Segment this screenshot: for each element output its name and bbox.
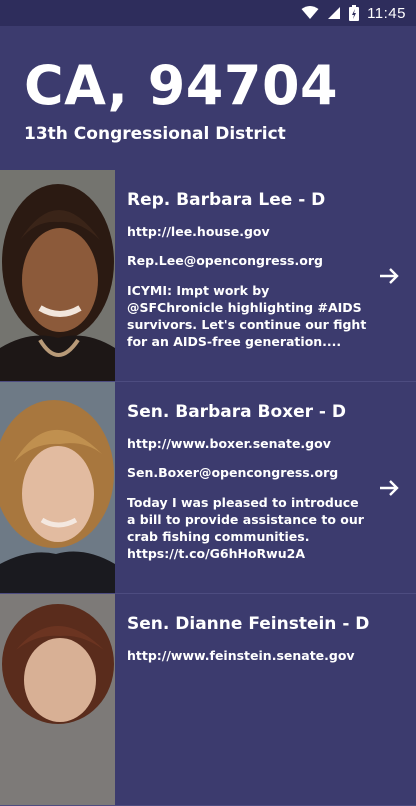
rep-email-link[interactable]: Rep.Lee@opencongress.org [127,253,367,268]
rep-website-link[interactable]: http://www.boxer.senate.gov [127,436,367,451]
representatives-list: Rep. Barbara Lee - D http://lee.house.go… [0,170,416,806]
rep-website-link[interactable]: http://lee.house.gov [127,224,367,239]
rep-photo-feinstein [0,594,115,805]
rep-latest-tweet: ICYMI: Impt work by @SFChronicle highlig… [127,283,367,349]
rep-card-boxer[interactable]: Sen. Barbara Boxer - D http://www.boxer.… [0,382,416,594]
battery-charging-icon [349,5,360,21]
rep-latest-tweet: Today I was pleased to introduce a bill … [127,495,364,561]
location-header: CA, 94704 13th Congressional District [0,26,416,170]
status-bar: 11:45 [0,0,416,26]
rep-photo-lee [0,170,115,381]
rep-card-lee[interactable]: Rep. Barbara Lee - D http://lee.house.go… [0,170,416,382]
location-title: CA, 94704 [24,54,339,117]
cell-signal-icon [327,6,341,20]
rep-name: Sen. Dianne Feinstein - D [127,614,370,634]
arrow-right-icon[interactable] [378,477,400,499]
rep-website-link[interactable]: http://www.feinstein.senate.gov [127,648,367,663]
wifi-icon [301,6,319,20]
clock: 11:45 [367,4,406,22]
rep-photo-boxer [0,382,115,593]
rep-name: Sen. Barbara Boxer - D [127,402,346,422]
district-subtitle: 13th Congressional District [24,124,286,144]
rep-name: Rep. Barbara Lee - D [127,190,326,210]
rep-card-feinstein[interactable]: Sen. Dianne Feinstein - D http://www.fei… [0,594,416,806]
rep-email-link[interactable]: Sen.Boxer@opencongress.org [127,465,367,480]
arrow-right-icon[interactable] [378,265,400,287]
